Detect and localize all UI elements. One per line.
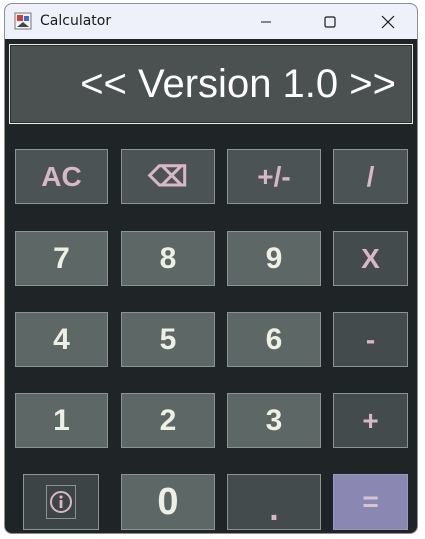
window-title: Calculator (40, 13, 112, 29)
close-icon (381, 15, 395, 28)
decimal-button[interactable]: . (227, 474, 321, 530)
add-button[interactable]: + (333, 393, 408, 448)
calculator-app-icon (14, 12, 32, 30)
calculator-window: Calculator << Version 1.0 >> AC ⌫ +/- / … (4, 3, 418, 534)
minimize-button[interactable] (243, 4, 289, 39)
info-button[interactable] (23, 474, 99, 530)
divide-button[interactable]: / (333, 149, 408, 204)
equals-button[interactable]: = (333, 474, 408, 530)
subtract-button[interactable]: - (333, 312, 408, 367)
digit-6-button[interactable]: 6 (227, 312, 321, 367)
digit-9-button[interactable]: 9 (227, 231, 321, 286)
close-button[interactable] (365, 4, 411, 39)
digit-8-button[interactable]: 8 (121, 231, 215, 286)
digit-5-button[interactable]: 5 (121, 312, 215, 367)
digit-7-button[interactable]: 7 (15, 231, 108, 286)
multiply-button[interactable]: X (333, 231, 408, 286)
digit-0-button[interactable]: 0 (121, 474, 215, 530)
digit-3-button[interactable]: 3 (227, 393, 321, 448)
digit-4-button[interactable]: 4 (15, 312, 108, 367)
backspace-button[interactable]: ⌫ (121, 149, 215, 204)
info-icon-frame (46, 485, 76, 519)
minimize-icon (261, 21, 271, 22)
maximize-icon (324, 15, 336, 28)
title-bar: Calculator (5, 4, 417, 39)
digit-1-button[interactable]: 1 (15, 393, 108, 448)
info-icon (50, 491, 72, 513)
sign-toggle-button[interactable]: +/- (227, 149, 321, 204)
calculator-display: << Version 1.0 >> (9, 44, 413, 124)
maximize-button[interactable] (307, 4, 353, 39)
clear-button[interactable]: AC (15, 149, 108, 204)
digit-2-button[interactable]: 2 (121, 393, 215, 448)
